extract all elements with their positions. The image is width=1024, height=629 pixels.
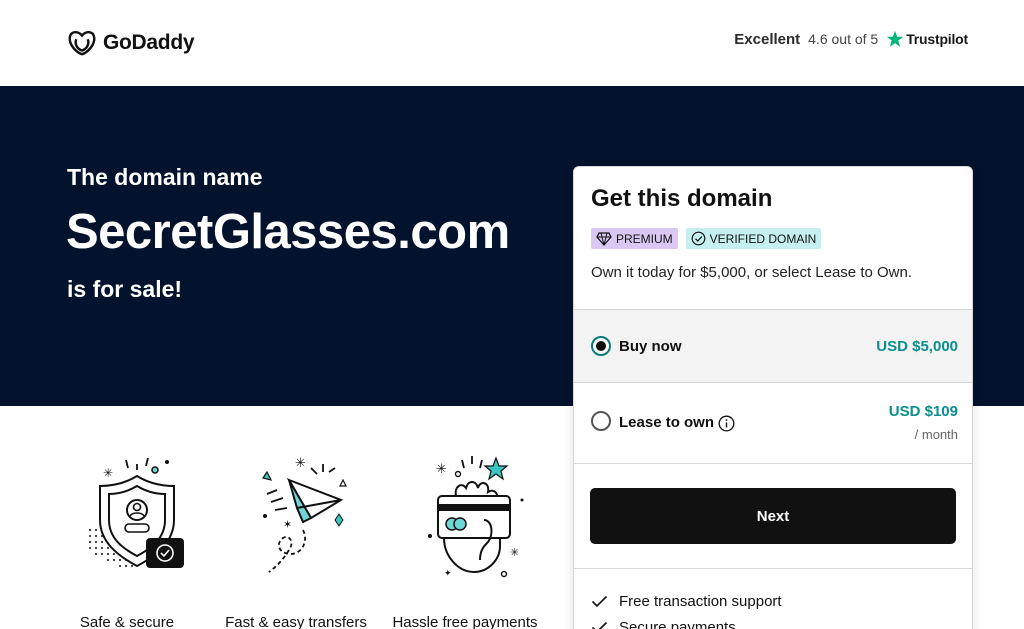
logo-text: GoDaddy bbox=[103, 31, 195, 54]
verified-badge-label: VERIFIED DOMAIN bbox=[709, 231, 817, 246]
trustpilot-rating[interactable]: Excellent 4.6 out of 5 Trustpilot bbox=[734, 30, 968, 48]
rating-word: Excellent bbox=[734, 30, 801, 48]
check-icon bbox=[591, 595, 608, 608]
benefit-item: Free transaction support bbox=[591, 593, 782, 610]
next-section: Next bbox=[574, 463, 972, 568]
verified-badge: VERIFIED DOMAIN bbox=[685, 228, 822, 249]
info-icon[interactable] bbox=[718, 415, 735, 432]
rating-score: 4.6 out of 5 bbox=[808, 31, 879, 47]
paper-plane-icon: ✳ ✶ bbox=[262, 455, 347, 573]
option-buy-now[interactable]: Buy now USD $5,000 bbox=[574, 309, 972, 382]
next-button[interactable]: Next bbox=[590, 488, 956, 544]
godaddy-logo-icon bbox=[68, 31, 96, 56]
card-title: Get this domain bbox=[591, 185, 773, 212]
feature-fast-transfers: ✳ ✶ Fast & easy transfers bbox=[221, 450, 371, 629]
lease-price: USD $109 bbox=[888, 403, 958, 420]
godaddy-logo[interactable]: GoDaddy bbox=[67, 28, 195, 58]
feature-label: Fast & easy transfers bbox=[225, 614, 367, 629]
buy-now-radio[interactable] bbox=[591, 336, 611, 356]
for-sale-text: is for sale! bbox=[67, 276, 183, 302]
diamond-icon bbox=[596, 231, 612, 246]
svg-text:✶: ✶ bbox=[283, 519, 292, 531]
credit-card-hand-icon: ✳ ✳ ✦ bbox=[428, 456, 524, 578]
trustpilot-star-icon bbox=[886, 30, 904, 47]
lease-to-own-label: Lease to own bbox=[619, 414, 715, 431]
svg-text:✦: ✦ bbox=[444, 568, 452, 578]
svg-text:✳: ✳ bbox=[295, 455, 306, 470]
badge-row: PREMIUM VERIFIED DOMAIN bbox=[591, 228, 822, 249]
lease-per-month: / month bbox=[914, 427, 958, 442]
feature-label: Hassle free payments bbox=[392, 614, 538, 629]
verified-check-icon bbox=[691, 231, 706, 246]
svg-text:✳: ✳ bbox=[510, 547, 519, 559]
purchase-card: Get this domain PREMIUM VERIFIED DOMAIN … bbox=[573, 166, 973, 629]
hero-kicker: The domain name bbox=[67, 164, 263, 190]
domain-name-heading: SecretGlasses.com bbox=[66, 205, 510, 259]
buy-now-price: USD $5,000 bbox=[876, 338, 958, 355]
buy-now-label: Buy now bbox=[619, 338, 682, 355]
option-lease-to-own[interactable]: Lease to own USD $109 / month bbox=[574, 382, 972, 463]
benefit-label: Secure payments bbox=[619, 619, 736, 629]
trustpilot-name: Trustpilot bbox=[906, 31, 968, 47]
benefit-label: Free transaction support bbox=[619, 593, 782, 610]
feature-hassle-free-payments: ✳ ✳ ✦ Hassle free payments bbox=[390, 450, 540, 629]
feature-label: Safe & secure bbox=[79, 614, 175, 629]
check-icon bbox=[591, 621, 608, 629]
premium-badge-label: PREMIUM bbox=[616, 231, 673, 246]
svg-text:✳: ✳ bbox=[436, 461, 447, 476]
benefits-list: Free transaction support Secure payments bbox=[574, 568, 972, 629]
svg-text:✳: ✳ bbox=[103, 466, 113, 480]
shield-icon: ✳ bbox=[89, 457, 184, 568]
card-subtitle: Own it today for $5,000, or select Lease… bbox=[591, 264, 913, 281]
premium-badge: PREMIUM bbox=[591, 228, 678, 249]
feature-safe-secure: ✳ Safe & secure bbox=[52, 450, 202, 629]
lease-to-own-radio[interactable] bbox=[591, 411, 611, 431]
benefit-item: Secure payments bbox=[591, 619, 736, 629]
top-header: GoDaddy Excellent 4.6 out of 5 Trustpilo… bbox=[0, 0, 1024, 86]
